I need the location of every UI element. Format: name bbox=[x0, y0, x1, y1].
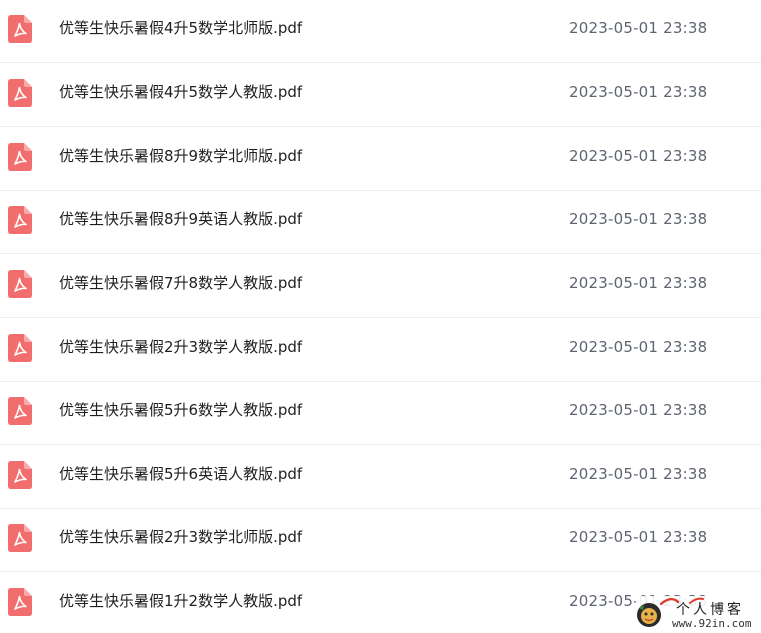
pdf-file-icon bbox=[8, 461, 32, 489]
file-row[interactable]: 优等生快乐暑假8升9英语人教版.pdf 2023-05-01 23:38 bbox=[0, 191, 761, 254]
file-name[interactable]: 优等生快乐暑假5升6数学人教版.pdf bbox=[59, 400, 302, 420]
pdf-file-icon bbox=[8, 270, 32, 298]
file-date: 2023-05-01 23:38 bbox=[569, 274, 708, 292]
file-name[interactable]: 优等生快乐暑假4升5数学人教版.pdf bbox=[59, 82, 302, 102]
pdf-file-icon bbox=[8, 206, 32, 234]
file-date: 2023-05-01 23:38 bbox=[569, 83, 708, 101]
file-date: 2023-05-01 23:38 bbox=[569, 465, 708, 483]
pdf-file-icon bbox=[8, 524, 32, 552]
file-row[interactable]: 优等生快乐暑假2升3数学人教版.pdf 2023-05-01 23:38 bbox=[0, 319, 761, 382]
file-row[interactable]: 优等生快乐暑假7升8数学人教版.pdf 2023-05-01 23:38 bbox=[0, 255, 761, 318]
file-name[interactable]: 优等生快乐暑假1升2数学人教版.pdf bbox=[59, 591, 302, 611]
file-date: 2023-05-01 23:38 bbox=[569, 19, 708, 37]
file-name[interactable]: 优等生快乐暑假2升3数学人教版.pdf bbox=[59, 337, 302, 357]
avatar-icon bbox=[637, 603, 661, 627]
watermark: 个人博客 www.92in.com bbox=[636, 596, 761, 633]
file-name[interactable]: 优等生快乐暑假2升3数学北师版.pdf bbox=[59, 527, 302, 547]
file-list: 优等生快乐暑假4升5数学北师版.pdf 2023-05-01 23:38 优等生… bbox=[0, 0, 761, 633]
pdf-file-icon bbox=[8, 143, 32, 171]
pdf-file-icon bbox=[8, 588, 32, 616]
watermark-title: 个人博客 bbox=[676, 602, 744, 618]
file-name[interactable]: 优等生快乐暑假8升9数学北师版.pdf bbox=[59, 146, 302, 166]
file-row[interactable]: 优等生快乐暑假2升3数学北师版.pdf 2023-05-01 23:38 bbox=[0, 509, 761, 572]
file-row[interactable]: 优等生快乐暑假4升5数学北师版.pdf 2023-05-01 23:38 bbox=[0, 0, 761, 63]
pdf-file-icon bbox=[8, 334, 32, 362]
file-date: 2023-05-01 23:38 bbox=[569, 528, 708, 546]
pdf-file-icon bbox=[8, 397, 32, 425]
file-name[interactable]: 优等生快乐暑假5升6英语人教版.pdf bbox=[59, 464, 302, 484]
file-row[interactable]: 优等生快乐暑假4升5数学人教版.pdf 2023-05-01 23:38 bbox=[0, 64, 761, 127]
file-date: 2023-05-01 23:38 bbox=[569, 401, 708, 419]
file-date: 2023-05-01 23:38 bbox=[569, 147, 708, 165]
file-row[interactable]: 优等生快乐暑假5升6数学人教版.pdf 2023-05-01 23:38 bbox=[0, 382, 761, 445]
file-row[interactable]: 优等生快乐暑假5升6英语人教版.pdf 2023-05-01 23:38 bbox=[0, 446, 761, 509]
file-name[interactable]: 优等生快乐暑假4升5数学北师版.pdf bbox=[59, 18, 302, 38]
file-name[interactable]: 优等生快乐暑假8升9英语人教版.pdf bbox=[59, 209, 302, 229]
watermark-url: www.92in.com bbox=[672, 617, 752, 630]
file-date: 2023-05-01 23:38 bbox=[569, 210, 708, 228]
file-date: 2023-05-01 23:38 bbox=[569, 338, 708, 356]
file-row[interactable]: 优等生快乐暑假8升9数学北师版.pdf 2023-05-01 23:38 bbox=[0, 128, 761, 191]
file-name[interactable]: 优等生快乐暑假7升8数学人教版.pdf bbox=[59, 273, 302, 293]
pdf-file-icon bbox=[8, 15, 32, 43]
pdf-file-icon bbox=[8, 79, 32, 107]
